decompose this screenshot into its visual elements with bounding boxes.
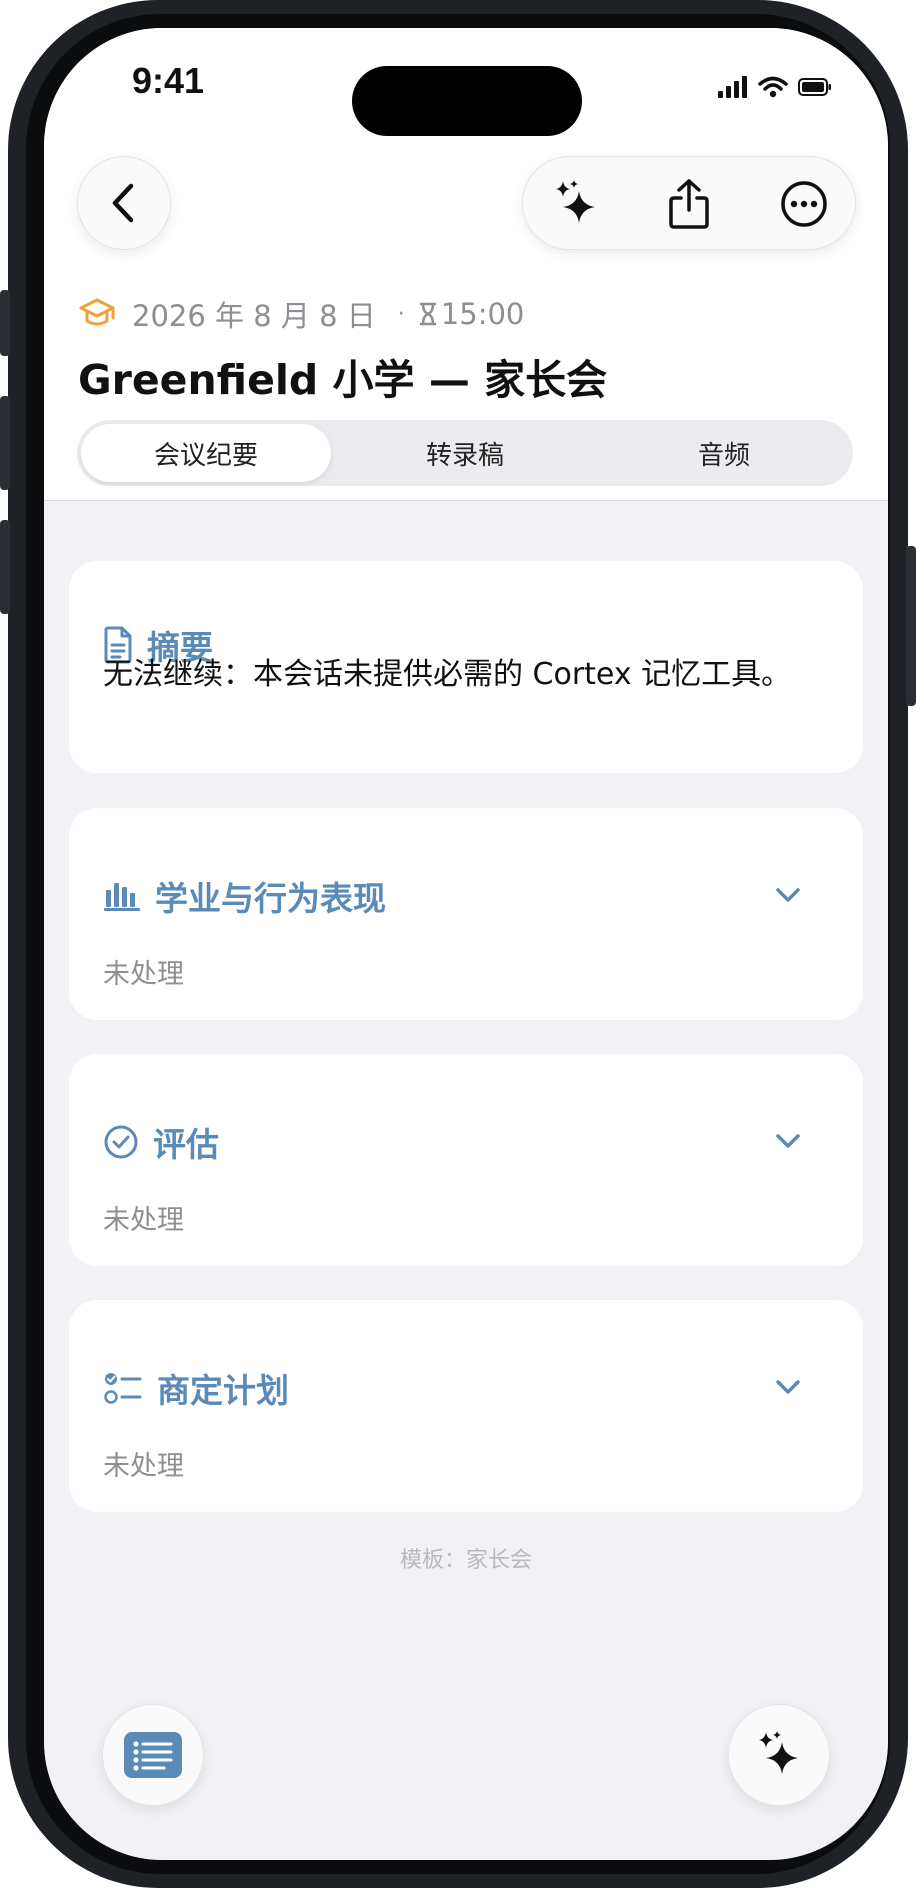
volume-down-button [0,520,10,614]
status-time: 9:41 [132,60,205,101]
section-status: 未处理 [103,959,184,990]
dynamic-island [352,66,582,136]
meta-separator: · [397,301,405,327]
section-status: 未处理 [103,1205,184,1236]
volume-up-button [0,396,10,490]
section-heading-row: 评估 [103,1118,219,1166]
chevron-left-icon [112,183,134,223]
sparkles-icon [556,180,595,223]
section-card-assessment[interactable]: 评估 未处理 [69,1054,863,1266]
check-circle-icon [104,1125,138,1159]
section-status: 未处理 [103,1451,184,1482]
list-icon [124,1732,182,1778]
section-card-plan[interactable]: 商定计划 未处理 [69,1300,863,1512]
more-button[interactable] [779,179,829,229]
screen: 9:41 2026 年 8 月 8 日 · 15:00 Greenfield 小… [44,28,888,1860]
ai-assistant-button[interactable] [728,1704,830,1806]
page-title: Greenfield 小学 — 家长会 [78,356,608,404]
sparkles-icon [759,1731,798,1774]
hourglass-icon [419,302,437,326]
tab-minutes[interactable]: 会议纪要 [81,424,331,482]
chevron-down-icon[interactable] [773,880,803,910]
bar-chart-icon [104,883,140,911]
checklist-icon [104,1373,142,1404]
tab-audio[interactable]: 音频 [599,424,849,482]
view-tabs: 会议纪要 转录稿 音频 [77,420,853,486]
device-frame: 9:41 2026 年 8 月 8 日 · 15:00 Greenfield 小… [0,0,916,1888]
graduation-cap-icon [79,298,115,326]
meeting-meta: 2026 年 8 月 8 日 · 15:00 [78,296,525,333]
battery-icon [798,78,831,96]
summary-text: 无法继续：本会话未提供必需的 Cortex 记忆工具。 [103,657,792,692]
back-button[interactable] [77,156,171,250]
power-button [906,546,916,706]
section-heading: 评估 [153,1125,219,1164]
chevron-down-icon[interactable] [773,1126,803,1156]
ai-sparkle-button[interactable] [551,179,601,229]
meeting-time: 15:00 [440,297,525,331]
section-card-performance[interactable]: 学业与行为表现 未处理 [69,808,863,1020]
section-heading-row: 商定计划 [103,1364,289,1412]
share-icon [669,179,709,229]
action-button [0,290,10,356]
more-icon [781,181,827,227]
section-heading: 商定计划 [157,1371,289,1410]
wifi-icon [758,76,788,98]
section-heading: 学业与行为表现 [155,879,386,918]
section-heading-row: 学业与行为表现 [103,872,386,920]
chevron-down-icon[interactable] [773,1372,803,1402]
meeting-date: 2026 年 8 月 8 日 [132,299,376,333]
outline-button[interactable] [102,1704,204,1806]
header-area: 9:41 2026 年 8 月 8 日 · 15:00 Greenfield 小… [44,28,888,501]
tab-transcript[interactable]: 转录稿 [340,424,590,482]
toolbar-actions [522,156,856,250]
status-icons [718,74,832,100]
summary-card: 摘要 无法继续：本会话未提供必需的 Cortex 记忆工具。 [69,561,863,773]
share-button[interactable] [664,179,714,229]
template-label: 模板：家长会 [399,1548,532,1573]
cellular-signal-icon [718,76,747,98]
